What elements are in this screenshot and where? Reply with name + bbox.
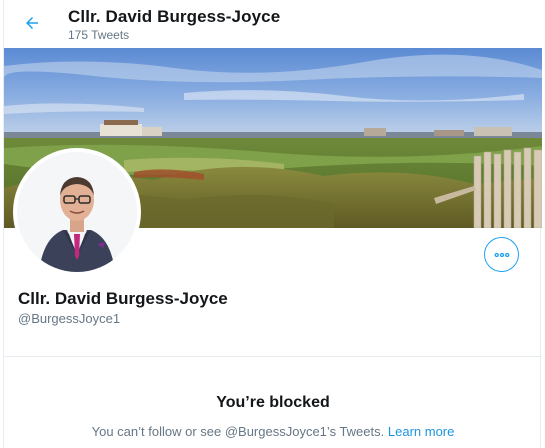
blocked-message: You can’t follow or see @BurgessJoyce1’s… [4,424,542,439]
header-title: Cllr. David Burgess-Joyce [68,7,281,26]
avatar-image [17,152,137,272]
profile-handle: @BurgessJoyce1 [18,311,121,326]
arrow-left-icon [26,17,38,29]
divider [4,356,542,357]
more-options-button[interactable] [484,237,519,272]
back-button[interactable] [16,7,48,39]
learn-more-link[interactable]: Learn more [388,424,454,439]
header-bar: Cllr. David Burgess-Joyce 175 Tweets [4,0,542,48]
profile-display-name: Cllr. David Burgess-Joyce [18,289,228,308]
more-dots-icon [494,252,509,257]
avatar[interactable] [13,148,141,276]
blocked-title: You’re blocked [216,394,330,411]
profile-page: Cllr. David Burgess-Joyce 175 Tweets Cll… [3,0,542,448]
blocked-message-text: You can’t follow or see @BurgessJoyce1’s… [91,424,385,439]
tweet-count: 175 Tweets [68,28,130,42]
